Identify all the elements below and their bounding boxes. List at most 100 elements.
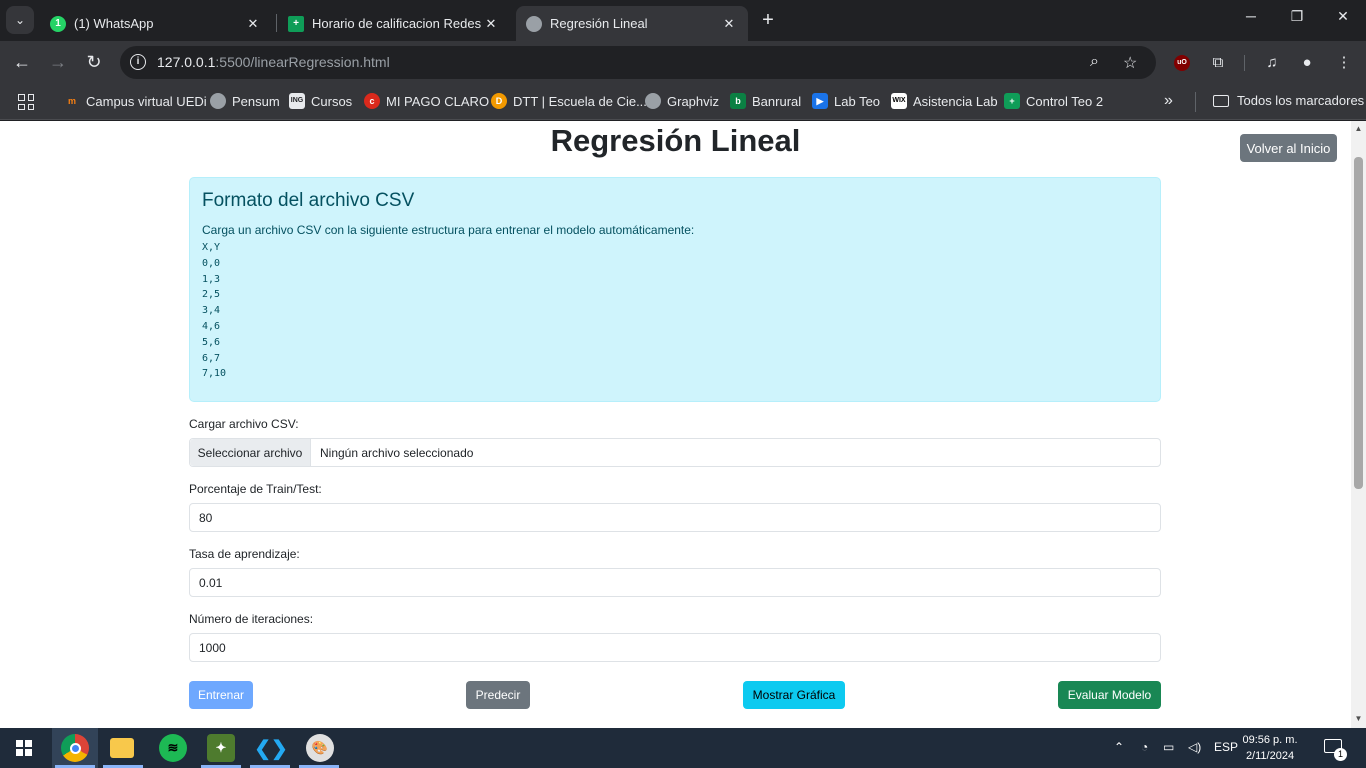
bookmark-star-icon[interactable]: ☆	[1123, 53, 1137, 73]
bookmark-dtt[interactable]: D DTT | Escuela de Cie...	[491, 93, 647, 109]
spotify-icon[interactable]: ≋	[159, 734, 187, 762]
bookmark-mi-pago-claro[interactable]: c MI PAGO CLARO	[364, 93, 489, 109]
dtt-icon: D	[491, 93, 507, 109]
train-button[interactable]: Entrenar	[189, 681, 253, 709]
iterations-label: Número de iteraciones:	[189, 612, 314, 626]
ing-icon: ING	[289, 93, 305, 109]
toolbar-divider	[1244, 55, 1245, 71]
tab-divider	[276, 14, 277, 32]
learning-rate-input[interactable]	[189, 568, 1161, 597]
minimize-icon: ─	[1246, 8, 1256, 24]
close-icon[interactable]: ✕	[482, 16, 500, 32]
vscode-icon[interactable]: ❮❯	[254, 734, 288, 762]
tab-regresion-lineal[interactable]: Regresión Lineal ✕	[516, 6, 748, 41]
tab-title: Horario de calificacion Redes 2	[312, 16, 482, 31]
battery-icon[interactable]: ▭	[1163, 740, 1174, 754]
reload-icon: ↻	[86, 52, 102, 72]
bookmark-label: Campus virtual UEDi	[86, 93, 207, 109]
close-icon[interactable]: ✕	[244, 16, 262, 32]
profile-avatar-icon[interactable]: ●	[1297, 53, 1317, 73]
url-text[interactable]: 127.0.0.1:5500/linearRegression.html	[157, 54, 390, 70]
restore-icon: ❐	[1290, 8, 1304, 24]
split-label: Porcentaje de Train/Test:	[189, 482, 322, 496]
chrome-icon[interactable]	[61, 734, 89, 762]
media-controls-icon[interactable]: ♫	[1262, 53, 1282, 73]
browser-toolbar: ← → ↻ i 127.0.0.1:5500/linearRegression.…	[0, 41, 1366, 84]
tab-strip: ⌄ 1 (1) WhatsApp ✕ + Horario de califica…	[0, 0, 1366, 41]
alert-description: Carga un archivo CSV con la siguiente es…	[202, 223, 695, 237]
meet-icon: ▶	[812, 93, 828, 109]
page-scrollbar[interactable]: ▲ ▼	[1351, 121, 1366, 728]
tab-search-button[interactable]: ⌄	[6, 6, 34, 34]
scroll-down-arrow-icon[interactable]: ▼	[1354, 714, 1363, 723]
bookmark-label: Banrural	[752, 93, 802, 109]
arrow-right-icon: →	[49, 52, 67, 72]
choose-file-button[interactable]: Seleccionar archivo	[190, 439, 311, 466]
paint-icon[interactable]: 🎨	[306, 734, 334, 762]
zoom-icon[interactable]: ⌕	[1090, 53, 1099, 71]
csv-file-input[interactable]: Seleccionar archivo Ningún archivo selec…	[189, 438, 1161, 467]
bookmark-lab-teo[interactable]: ▶ Lab Teo	[812, 93, 880, 109]
all-bookmarks-button[interactable]: Todos los marcadores	[1213, 93, 1364, 108]
iterations-input[interactable]	[189, 633, 1161, 662]
new-tab-button[interactable]: +	[756, 9, 780, 33]
chevron-up-icon[interactable]: ⌃	[1114, 740, 1124, 754]
bookmark-pensum[interactable]: Pensum	[210, 93, 280, 109]
evaluate-model-button[interactable]: Evaluar Modelo	[1058, 681, 1161, 709]
scrollbar-thumb[interactable]	[1354, 157, 1363, 489]
bookmark-label: Cursos	[311, 93, 353, 109]
close-window-button[interactable]: ✕	[1328, 8, 1358, 25]
bookmark-label: MI PAGO CLARO	[386, 93, 490, 109]
close-icon[interactable]: ✕	[720, 16, 738, 32]
bookmark-label: DTT | Escuela de Cie...	[513, 93, 647, 109]
tab-whatsapp[interactable]: 1 (1) WhatsApp ✕	[40, 6, 272, 41]
file-explorer-icon[interactable]	[110, 738, 134, 758]
bookmark-label: Asistencia Lab	[913, 93, 998, 109]
restore-button[interactable]: ❐	[1282, 8, 1312, 25]
clock-date: 2/11/2024	[1245, 750, 1295, 762]
windows-start-icon[interactable]	[16, 740, 32, 756]
url-path: :5500/linearRegression.html	[215, 54, 390, 70]
tab-horario[interactable]: + Horario de calificacion Redes 2 ✕	[278, 6, 510, 41]
scroll-up-arrow-icon[interactable]: ▲	[1354, 124, 1363, 133]
back-button[interactable]: ←	[10, 51, 34, 75]
system-clock[interactable]: 09:56 p. m. 2/11/2024	[1240, 732, 1300, 764]
more-bookmarks-chevron-icon[interactable]: »	[1164, 92, 1173, 110]
clock-time: 09:56 p. m.	[1242, 734, 1298, 746]
minimize-button[interactable]: ─	[1236, 8, 1266, 24]
address-bar[interactable]: i 127.0.0.1:5500/linearRegression.html ⌕…	[120, 46, 1156, 79]
site-info-icon[interactable]: i	[130, 54, 146, 70]
reload-button[interactable]: ↻	[82, 51, 106, 75]
show-chart-button[interactable]: Mostrar Gráfica	[743, 681, 845, 709]
file-label: Cargar archivo CSV:	[189, 417, 299, 431]
wifi-icon[interactable]: ◔	[1141, 740, 1148, 754]
windows-taskbar: ≋ ✦ ❮❯ 🎨 ⌃ ◔ ▭ ◁) ESP 09:56 p. m. 2/11/2…	[0, 728, 1366, 768]
bookmark-graphviz[interactable]: Graphviz	[645, 93, 719, 109]
bookmark-label: Graphviz	[667, 93, 720, 109]
bookmark-label: Lab Teo	[834, 93, 881, 109]
folder-icon	[1213, 94, 1229, 107]
extensions-icon[interactable]: ⧉	[1208, 53, 1228, 73]
train-test-split-input[interactable]	[189, 503, 1161, 532]
bookmark-cursos[interactable]: ING Cursos	[289, 93, 352, 109]
apps-grid-icon[interactable]	[18, 94, 34, 110]
predict-button[interactable]: Predecir	[466, 681, 530, 709]
ublock-origin-icon[interactable]: uO	[1174, 55, 1190, 71]
claro-icon: c	[364, 93, 380, 109]
file-status: Ningún archivo seleccionado	[320, 445, 474, 460]
all-bookmarks-label: Todos los marcadores	[1237, 93, 1365, 108]
bookmark-asistencia-lab[interactable]: WIX Asistencia Lab	[891, 93, 998, 109]
language-indicator[interactable]: ESP	[1214, 740, 1238, 754]
tab-title: Regresión Lineal	[550, 16, 648, 31]
bookmark-control-teo-2[interactable]: + Control Teo 2	[1004, 93, 1103, 109]
bookmark-banrural[interactable]: b Banrural	[730, 93, 801, 109]
wix-icon: WIX	[891, 93, 907, 109]
home-button[interactable]: Volver al Inicio	[1240, 134, 1337, 162]
globe-icon	[210, 93, 226, 109]
xampp-icon[interactable]: ✦	[207, 734, 235, 762]
menu-kebab-icon[interactable]: ⋮	[1334, 53, 1354, 73]
bookmark-campus-virtual[interactable]: m Campus virtual UEDi	[64, 93, 207, 109]
volume-icon[interactable]: ◁)	[1188, 740, 1201, 754]
close-icon: ✕	[1337, 8, 1349, 24]
forward-button[interactable]: →	[46, 51, 70, 75]
